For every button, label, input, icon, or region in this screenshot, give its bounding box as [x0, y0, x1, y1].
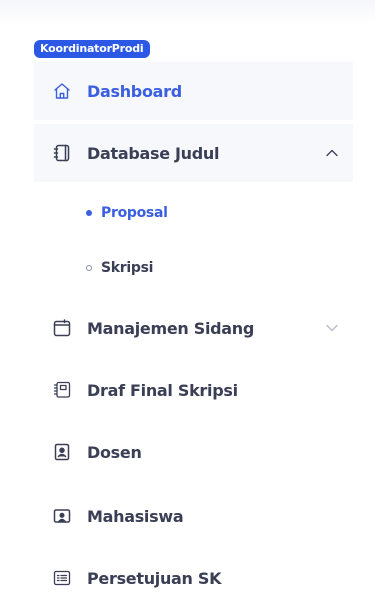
user-screen-icon	[53, 509, 71, 523]
sidebar-item-dosen[interactable]: Dosen	[34, 424, 353, 480]
submenu-item-proposal[interactable]: Proposal	[86, 201, 168, 225]
sidebar-item-persetujuan-sk[interactable]: Persetujuan SK	[34, 550, 353, 606]
sidebar-item-database-judul[interactable]: Database Judul	[34, 124, 353, 182]
submenu-item-label: Proposal	[101, 205, 168, 221]
sidebar-top-shadow	[0, 0, 375, 24]
calendar-icon	[53, 319, 71, 337]
sidebar-item-label: Persetujuan SK	[87, 568, 222, 588]
sidebar-item-label: Mahasiswa	[87, 506, 184, 526]
book-icon	[53, 381, 71, 398]
sidebar-item-label: Database Judul	[87, 143, 220, 163]
chevron-up-icon	[326, 149, 338, 157]
sidebar-item-draf-final-skripsi[interactable]: Draf Final Skripsi	[34, 362, 353, 418]
sidebar-item-label: Dosen	[87, 442, 142, 462]
role-badge: KoordinatorProdi	[34, 40, 150, 58]
sidebar-item-manajemen-sidang[interactable]: Manajemen Sidang	[34, 300, 353, 356]
submenu-item-label: Skripsi	[101, 260, 154, 276]
home-icon	[54, 83, 70, 99]
sidebar-item-label: Draf Final Skripsi	[87, 380, 238, 400]
inactive-dot-icon	[86, 265, 92, 271]
sidebar-item-dashboard[interactable]: Dashboard	[34, 62, 353, 120]
sidebar-item-label: Manajemen Sidang	[87, 318, 255, 338]
chevron-down-icon	[326, 324, 338, 332]
sidebar-item-label: Dashboard	[87, 81, 182, 101]
user-document-icon	[54, 443, 70, 461]
notebook-icon	[53, 144, 70, 162]
list-card-icon	[53, 570, 71, 586]
sidebar-item-mahasiswa[interactable]: Mahasiswa	[34, 488, 353, 544]
submenu-item-skripsi[interactable]: Skripsi	[86, 256, 153, 280]
active-dot-icon	[86, 210, 92, 216]
